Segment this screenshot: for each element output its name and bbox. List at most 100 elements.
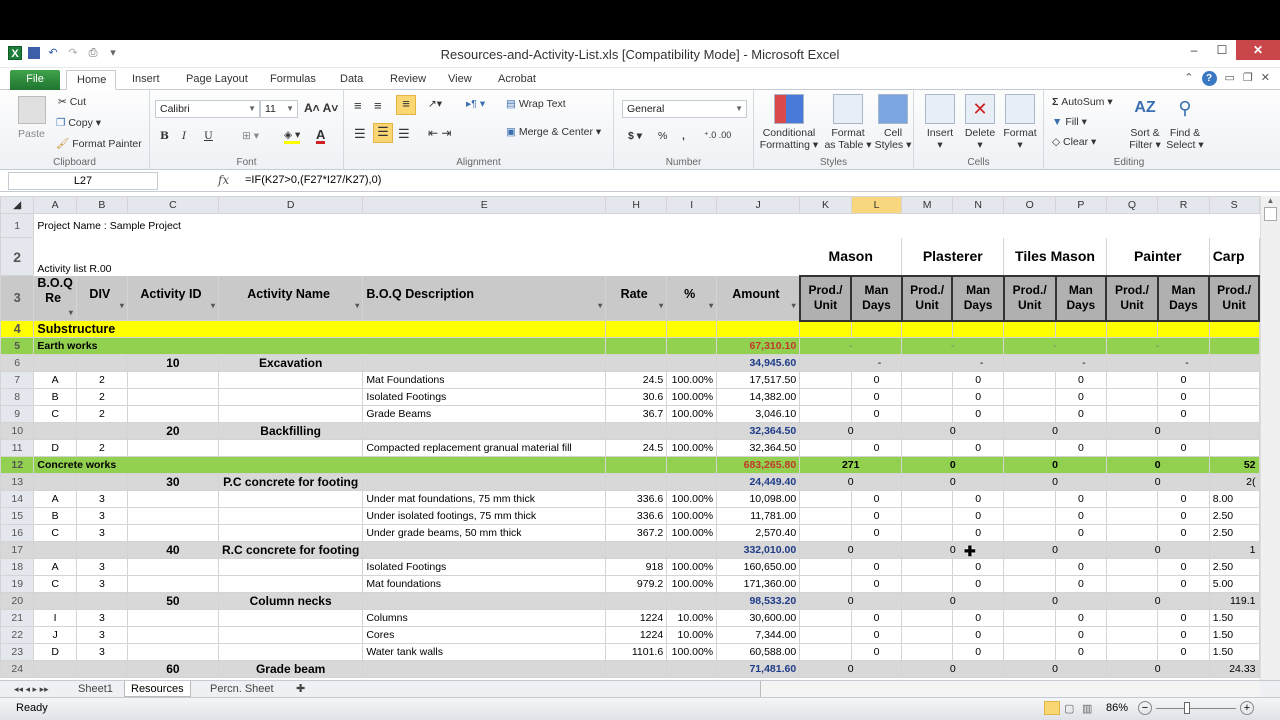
man-days-cell[interactable]: 0 xyxy=(850,609,903,627)
prod-unit-cell[interactable] xyxy=(799,405,852,423)
prod-unit-cell[interactable] xyxy=(1208,371,1260,389)
percent-cell[interactable]: 100.00% xyxy=(666,439,718,457)
row-header[interactable]: 21 xyxy=(0,609,35,627)
fill-color-icon[interactable]: ◈ ▾ xyxy=(284,129,301,144)
man-days-cell[interactable]: 0 xyxy=(1157,439,1210,457)
man-days-cell[interactable]: 0 xyxy=(1157,507,1210,525)
row-header[interactable]: 18 xyxy=(0,558,35,576)
man-days-cell[interactable]: 0 xyxy=(1157,405,1210,423)
man-days-cell[interactable]: 0 xyxy=(850,490,903,508)
prod-unit-cell[interactable] xyxy=(799,388,852,406)
activity-name-cell[interactable] xyxy=(217,558,364,576)
fill-button[interactable]: ▼ Fill ▾ xyxy=(1052,116,1087,128)
cell[interactable] xyxy=(75,422,128,440)
prod-unit-cell[interactable] xyxy=(901,558,953,576)
prod-unit-cell[interactable]: 1.50 xyxy=(1208,643,1260,661)
percent-cell[interactable]: 100.00% xyxy=(666,575,718,593)
cell[interactable] xyxy=(666,660,718,678)
spreadsheet-grid[interactable]: ◢ A B C D E H I J K L M N O P Q R S 1 Project Name : Sample… xyxy=(0,196,1260,680)
prod-unit-cell[interactable] xyxy=(901,524,953,542)
row-header[interactable]: 10 xyxy=(0,422,35,440)
amount-cell[interactable]: 10,098.00 xyxy=(716,490,801,508)
div-cell[interactable]: 3 xyxy=(75,575,128,593)
cell[interactable] xyxy=(33,541,77,559)
div-cell[interactable]: 2 xyxy=(75,405,128,423)
percent-cell[interactable]: 100.00% xyxy=(666,558,718,576)
prod-unit-cell[interactable] xyxy=(799,626,852,644)
cut-button[interactable]: ✂ Cut xyxy=(58,96,86,108)
row-header[interactable]: 12 xyxy=(0,456,35,474)
trade-header-carp[interactable]: Carp xyxy=(1208,237,1260,276)
activity-id-cell[interactable] xyxy=(126,609,219,627)
zoom-level[interactable]: 86% xyxy=(1106,702,1128,714)
align-center-icon[interactable]: ☰ xyxy=(373,123,393,143)
prod-unit-cell[interactable] xyxy=(1003,524,1057,542)
cell[interactable] xyxy=(605,337,668,355)
cell[interactable] xyxy=(605,320,668,338)
activity-name-cell[interactable] xyxy=(217,575,364,593)
amount-cell[interactable]: 683,265.80 xyxy=(716,456,801,474)
prod-unit-cell[interactable] xyxy=(799,439,852,457)
filter-dropdown-icon[interactable]: ▾ xyxy=(792,301,796,310)
man-days-cell[interactable]: 0 xyxy=(1055,439,1107,457)
rate-cell[interactable]: 24.5 xyxy=(605,371,668,389)
percent-cell[interactable]: 100.00% xyxy=(666,388,718,406)
boq-description-cell[interactable]: Water tank walls xyxy=(362,643,607,661)
cell[interactable] xyxy=(901,320,953,338)
man-days-cell[interactable]: 0 xyxy=(1055,490,1107,508)
carp-total[interactable]: 52 xyxy=(1208,456,1260,474)
align-right-icon[interactable]: ☰ xyxy=(398,126,410,142)
sheet-tab-percn[interactable]: Percn. Sheet xyxy=(204,681,280,697)
activity-name-cell[interactable] xyxy=(217,405,364,423)
insert-cells-button[interactable]: Insert ▾ xyxy=(920,94,960,151)
zoom-in-button[interactable]: + xyxy=(1240,701,1254,715)
cell[interactable] xyxy=(605,660,668,678)
prod-unit-cell[interactable] xyxy=(1003,371,1057,389)
man-days-cell[interactable]: 0 xyxy=(951,388,1005,406)
column-header-q[interactable]: Q xyxy=(1105,196,1159,214)
rate-cell[interactable]: 918 xyxy=(605,558,668,576)
prod-unit-cell[interactable] xyxy=(799,575,852,593)
rate-cell[interactable]: 24.5 xyxy=(605,439,668,457)
font-color-icon[interactable]: A xyxy=(316,128,326,144)
activity-name-cell[interactable]: Grade beam xyxy=(217,660,364,678)
column-header-l[interactable]: L xyxy=(850,196,903,214)
prod-unit-cell[interactable]: 2.50 xyxy=(1208,524,1260,542)
activity-total[interactable]: 0 xyxy=(1105,541,1210,559)
paste-button[interactable]: Paste xyxy=(18,128,45,140)
boq-ref-cell[interactable]: C xyxy=(33,405,77,423)
prod-unit-cell[interactable] xyxy=(901,626,953,644)
activity-name-header[interactable]: Activity Name ▾ xyxy=(217,275,364,321)
man-days-cell[interactable]: 0 xyxy=(850,575,903,593)
prod-unit-cell[interactable] xyxy=(901,439,953,457)
rate-cell[interactable]: 1101.6 xyxy=(605,643,668,661)
vertical-scrollbar[interactable]: ▲ xyxy=(1260,196,1280,680)
tab-acrobat[interactable]: Acrobat xyxy=(488,70,546,90)
cell[interactable] xyxy=(1208,320,1260,338)
amount-cell[interactable]: 32,364.50 xyxy=(716,422,801,440)
amount-cell[interactable]: 24,449.40 xyxy=(716,473,801,491)
man-days-cell[interactable]: 0 xyxy=(951,439,1005,457)
boq-ref-cell[interactable]: I xyxy=(33,609,77,627)
activity-id-cell[interactable] xyxy=(126,405,219,423)
activity-id-cell[interactable] xyxy=(126,626,219,644)
prod-unit-cell[interactable] xyxy=(1105,439,1159,457)
cell[interactable] xyxy=(362,422,607,440)
boq-ref-cell[interactable]: J xyxy=(33,626,77,644)
prod-unit-header[interactable]: Prod./ Unit xyxy=(1002,274,1057,322)
cell[interactable] xyxy=(901,213,953,238)
name-box[interactable]: L27 xyxy=(8,172,158,190)
man-days-cell[interactable]: 0 xyxy=(850,626,903,644)
activity-name-cell[interactable]: Backfilling xyxy=(217,422,364,440)
man-days-cell[interactable]: 0 xyxy=(850,507,903,525)
filter-dropdown-icon[interactable]: ▾ xyxy=(598,301,602,310)
cell[interactable] xyxy=(666,456,718,474)
activity-id-cell[interactable] xyxy=(126,439,219,457)
man-days-cell[interactable]: 0 xyxy=(850,558,903,576)
activity-id-cell[interactable]: 30 xyxy=(126,473,219,491)
group-label[interactable]: Concrete works xyxy=(33,456,607,474)
activity-total[interactable]: 0 xyxy=(1003,592,1107,610)
row-header[interactable]: 17 xyxy=(0,541,35,559)
prod-unit-cell[interactable] xyxy=(901,388,953,406)
cell[interactable] xyxy=(75,541,128,559)
